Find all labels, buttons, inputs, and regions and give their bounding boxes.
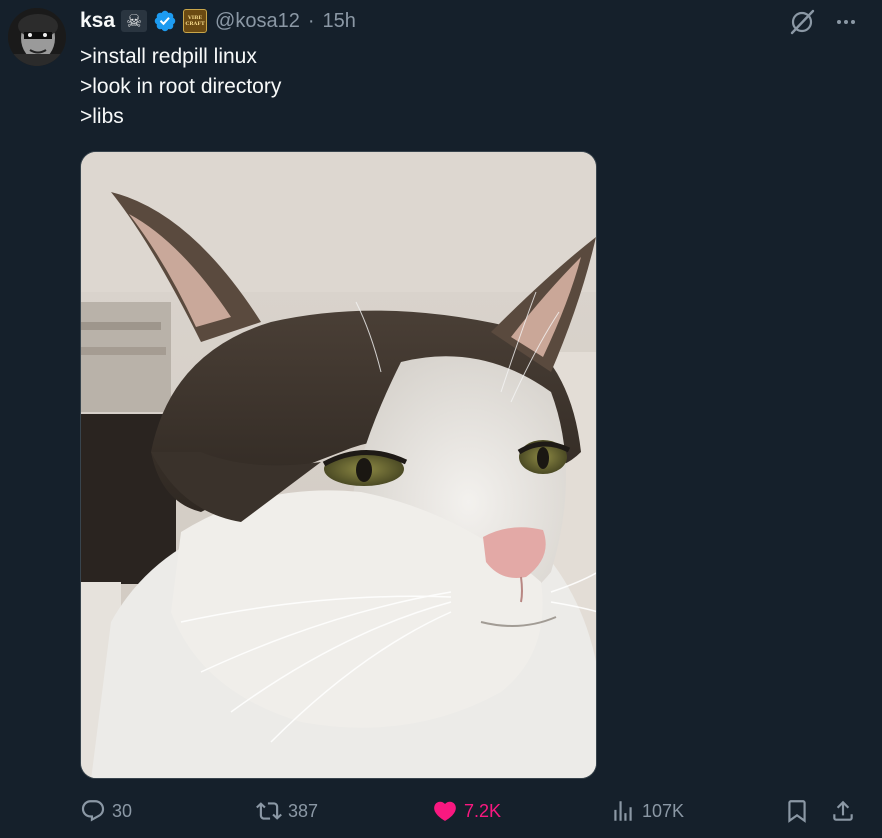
tweet: ksa ☠ VIBE CRAFT @kosa12 · 15h >install … [0, 0, 882, 838]
like-icon [434, 801, 456, 821]
badge-vibe-text-2: CRAFT [185, 21, 205, 27]
reply-button[interactable]: 30 [80, 798, 132, 824]
tweet-line-2: >look in root directory [80, 75, 282, 98]
vibe-craft-badge-icon[interactable]: VIBE CRAFT [183, 9, 208, 33]
tweet-line-3: >libs [80, 105, 124, 128]
avatar[interactable] [8, 8, 66, 66]
views-button[interactable]: 107K [610, 798, 684, 824]
like-count: 7.2K [464, 800, 502, 821]
views-count: 107K [642, 800, 685, 821]
avatar-image [8, 8, 66, 66]
tweet-line-1: >install redpill linux [80, 45, 257, 68]
handle[interactable]: @kosa12 [215, 10, 300, 33]
repost-icon [256, 802, 282, 820]
verified-check-icon[interactable] [153, 9, 177, 33]
skull-crossbones-icon: ☠ [121, 10, 148, 32]
like-button[interactable]: 7.2K [432, 798, 501, 824]
share-button[interactable] [830, 798, 856, 824]
repost-button[interactable]: 387 [256, 798, 318, 824]
reply-icon [81, 800, 105, 822]
tweet-header: ksa ☠ VIBE CRAFT @kosa12 · 15h [80, 6, 356, 36]
top-right-actions [788, 8, 858, 36]
views-icon [614, 801, 632, 821]
reply-count: 30 [112, 800, 133, 821]
more-options-icon[interactable] [834, 10, 858, 34]
tweet-text: >install redpill linux >look in root dir… [80, 42, 281, 132]
action-bar: 30 387 7.2K 107K [80, 798, 860, 828]
separator-dot: · [307, 9, 315, 32]
grok-icon[interactable] [788, 8, 816, 36]
bookmark-button[interactable] [784, 798, 810, 824]
tweet-media-image[interactable] [80, 151, 597, 779]
share-icon [833, 800, 853, 821]
repost-count: 387 [288, 800, 319, 821]
bookmark-icon [788, 800, 806, 823]
timestamp[interactable]: 15h [323, 10, 356, 33]
cat-photo [81, 152, 596, 778]
display-name[interactable]: ksa [80, 9, 115, 33]
